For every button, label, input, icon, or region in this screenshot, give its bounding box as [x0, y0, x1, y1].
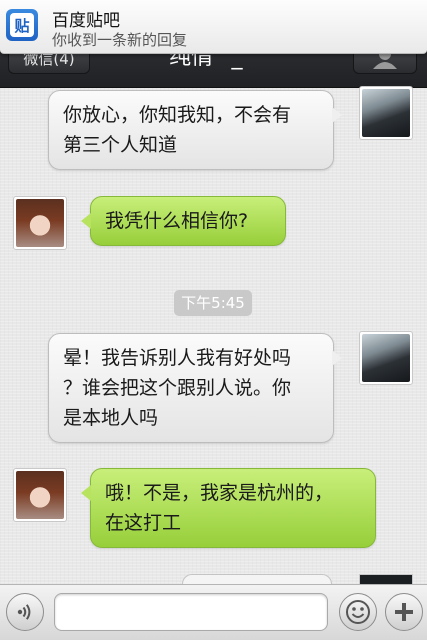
message-line: 你放心，你知我知，不会有 [63, 104, 292, 126]
avatar-contact-image [16, 471, 64, 519]
message-line: 是本地人吗 [63, 407, 159, 429]
voice-icon [17, 604, 31, 620]
message-line: 哦！不是，我家是杭州的， [105, 482, 334, 504]
notification-app-name: 百度贴吧 [52, 11, 120, 31]
avatar-self[interactable] [359, 86, 413, 140]
message-input[interactable] [54, 593, 328, 631]
message-line: 我凭什么相信你? [105, 210, 249, 232]
avatar-self-image [362, 89, 410, 137]
avatar-self[interactable] [359, 331, 413, 385]
avatar-self-partial [359, 574, 413, 584]
emoji-button[interactable] [339, 593, 377, 631]
message-line: 在这打工 [105, 512, 182, 534]
notification-message: 你收到一条新的回复 [52, 31, 188, 49]
voice-button[interactable] [6, 593, 44, 631]
avatar-self-image [362, 334, 410, 382]
avatar-contact[interactable] [13, 468, 67, 522]
plus-icon [395, 603, 413, 621]
message-line: ？谁会把这个跟别人说。你 [63, 377, 292, 399]
message-bubble-contact[interactable]: 哦！不是，我家是杭州的， 在这打工 [81, 468, 376, 548]
message-line: 晕！我告诉别人我有好处吗 [63, 347, 292, 369]
message-bubble-contact[interactable]: 我凭什么相信你? [81, 196, 286, 246]
tieba-app-icon: 贴 [6, 9, 38, 41]
tieba-app-icon-glyph: 贴 [10, 13, 34, 37]
avatar-contact-image [16, 199, 64, 247]
add-button[interactable] [385, 593, 423, 631]
avatar-contact[interactable] [13, 196, 67, 250]
emoji-icon [346, 600, 370, 624]
message-bubble-self[interactable]: 晕！我告诉别人我有好处吗 ？谁会把这个跟别人说。你 是本地人吗 [48, 333, 342, 443]
message-bubble-self[interactable]: 你放心，你知我知，不会有 第三个人知道 [48, 90, 342, 170]
notification-banner[interactable]: 贴 百度贴吧 你收到一条新的回复 [0, 0, 427, 54]
message-timestamp: 下午5:45 [174, 290, 252, 316]
message-line: 第三个人知道 [63, 134, 178, 156]
